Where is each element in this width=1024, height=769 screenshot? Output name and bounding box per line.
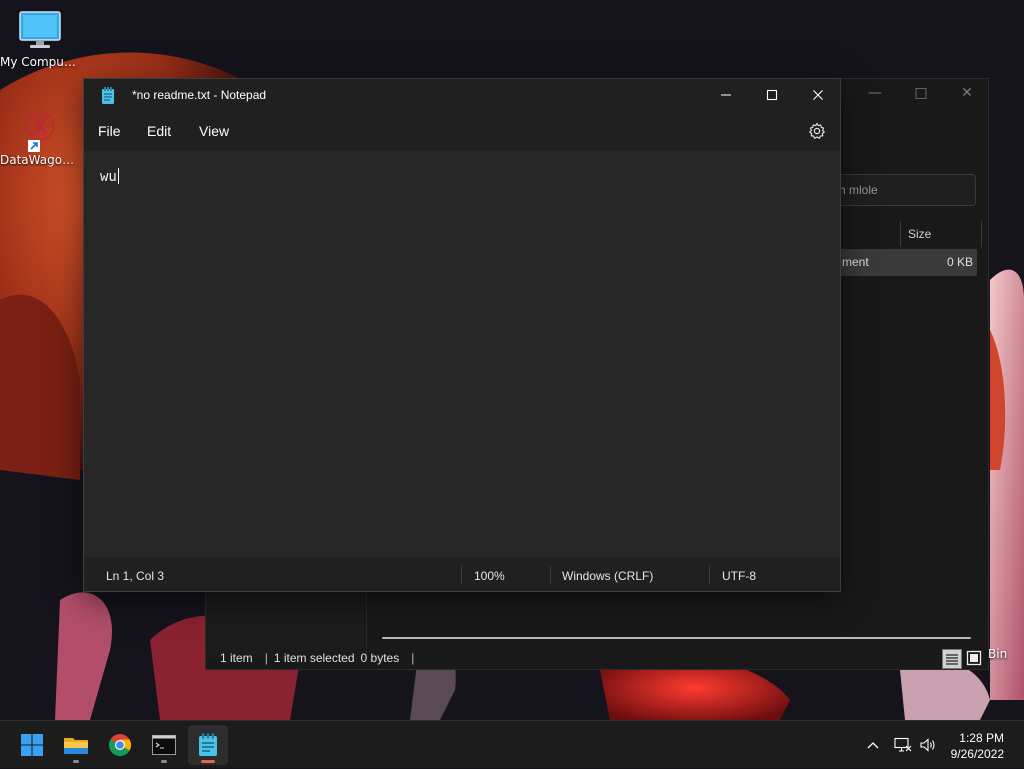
tiles-view-button[interactable] [965, 649, 985, 669]
volume-icon [920, 738, 935, 752]
running-indicator [73, 760, 79, 763]
settings-button[interactable] [807, 121, 827, 141]
menu-edit[interactable]: Edit [147, 123, 171, 139]
datawagon-shortcut-icon [25, 111, 55, 152]
recycle-bin-label: Bin [988, 647, 1008, 661]
text-editor-area[interactable]: wu [84, 151, 840, 557]
desktop-icon-my-computer[interactable]: My Computer [0, 10, 80, 69]
running-indicator [161, 760, 167, 763]
cursor-position: Ln 1, Col 3 [106, 569, 165, 583]
terminal-icon [152, 735, 176, 755]
show-hidden-icons-button[interactable] [862, 740, 884, 750]
taskbar-notepad[interactable] [188, 725, 228, 765]
notepad-window[interactable]: *no readme.txt - Notepad File Edit View … [83, 78, 841, 592]
network-icon [894, 737, 912, 752]
close-button[interactable] [795, 79, 841, 111]
window-title: *no readme.txt - Notepad [132, 88, 267, 102]
status-divider [461, 566, 462, 584]
taskbar: 1:28 PM 9/26/2022 [0, 720, 1024, 768]
minimize-icon [721, 94, 731, 96]
desktop-icon-label: My Computer [0, 55, 80, 69]
taskbar-chrome[interactable] [100, 725, 140, 765]
encoding: UTF-8 [722, 569, 756, 583]
explorer-status-bar: 1 item | 1 item selected 0 bytes | [220, 651, 415, 665]
status-divider [709, 566, 710, 584]
taskbar-clock[interactable]: 1:28 PM 9/26/2022 [951, 730, 1004, 762]
system-tray [862, 721, 940, 769]
gear-icon [809, 122, 825, 139]
document-text: wu [100, 169, 117, 185]
notepad-icon [199, 733, 217, 756]
item-count: 1 item [220, 651, 253, 665]
line-ending: Windows (CRLF) [562, 569, 654, 583]
desktop-icon-datawagon[interactable]: DataWagon... [0, 104, 80, 167]
status-divider [550, 566, 551, 584]
maximize-button[interactable]: □ [898, 85, 944, 101]
minimize-button[interactable] [703, 79, 749, 111]
menu-bar: File Edit View [84, 111, 840, 151]
close-icon [813, 90, 823, 100]
chrome-icon [109, 734, 131, 756]
notepad-title-bar[interactable]: *no readme.txt - Notepad [84, 79, 840, 111]
selection-size: 0 bytes [360, 651, 400, 665]
editor-content: wu [100, 168, 119, 185]
column-header-size[interactable]: Size [900, 221, 982, 247]
active-indicator [201, 760, 215, 763]
file-type-cell: ment [842, 255, 869, 269]
notepad-status-bar: Ln 1, Col 3 100% Windows (CRLF) UTF-8 [84, 557, 840, 591]
maximize-button[interactable] [749, 79, 795, 111]
tiles-view-icon [966, 650, 982, 666]
chevron-up-icon [867, 742, 879, 749]
menu-view[interactable]: View [199, 123, 229, 139]
details-view-button[interactable] [942, 649, 962, 669]
maximize-icon [766, 89, 778, 101]
file-explorer-icon [64, 738, 88, 754]
monitor-icon [19, 11, 61, 48]
menu-file[interactable]: File [98, 123, 121, 139]
clock-date: 9/26/2022 [950, 747, 1004, 761]
search-input[interactable]: ch mlole [822, 174, 976, 206]
selection-info: 1 item selected [273, 651, 355, 665]
start-button[interactable] [12, 725, 52, 765]
taskbar-terminal[interactable] [144, 725, 184, 765]
horizontal-scrollbar[interactable] [382, 637, 971, 639]
minimize-button[interactable]: — [852, 85, 898, 101]
file-size-cell: 0 KB [946, 255, 973, 269]
zoom-level: 100% [474, 569, 505, 583]
network-status[interactable] [890, 737, 916, 753]
notepad-icon [101, 87, 115, 110]
windows-start-icon [21, 734, 43, 756]
text-caret [117, 168, 119, 184]
table-row[interactable]: ment 0 KB [826, 249, 977, 276]
close-button[interactable]: ✕ [944, 85, 990, 101]
clock-time: 1:28 PM [959, 731, 1004, 745]
taskbar-file-explorer[interactable] [56, 725, 96, 765]
volume-status[interactable] [916, 737, 940, 753]
details-view-icon [946, 654, 958, 665]
desktop-icon-label: DataWagon... [0, 153, 80, 167]
